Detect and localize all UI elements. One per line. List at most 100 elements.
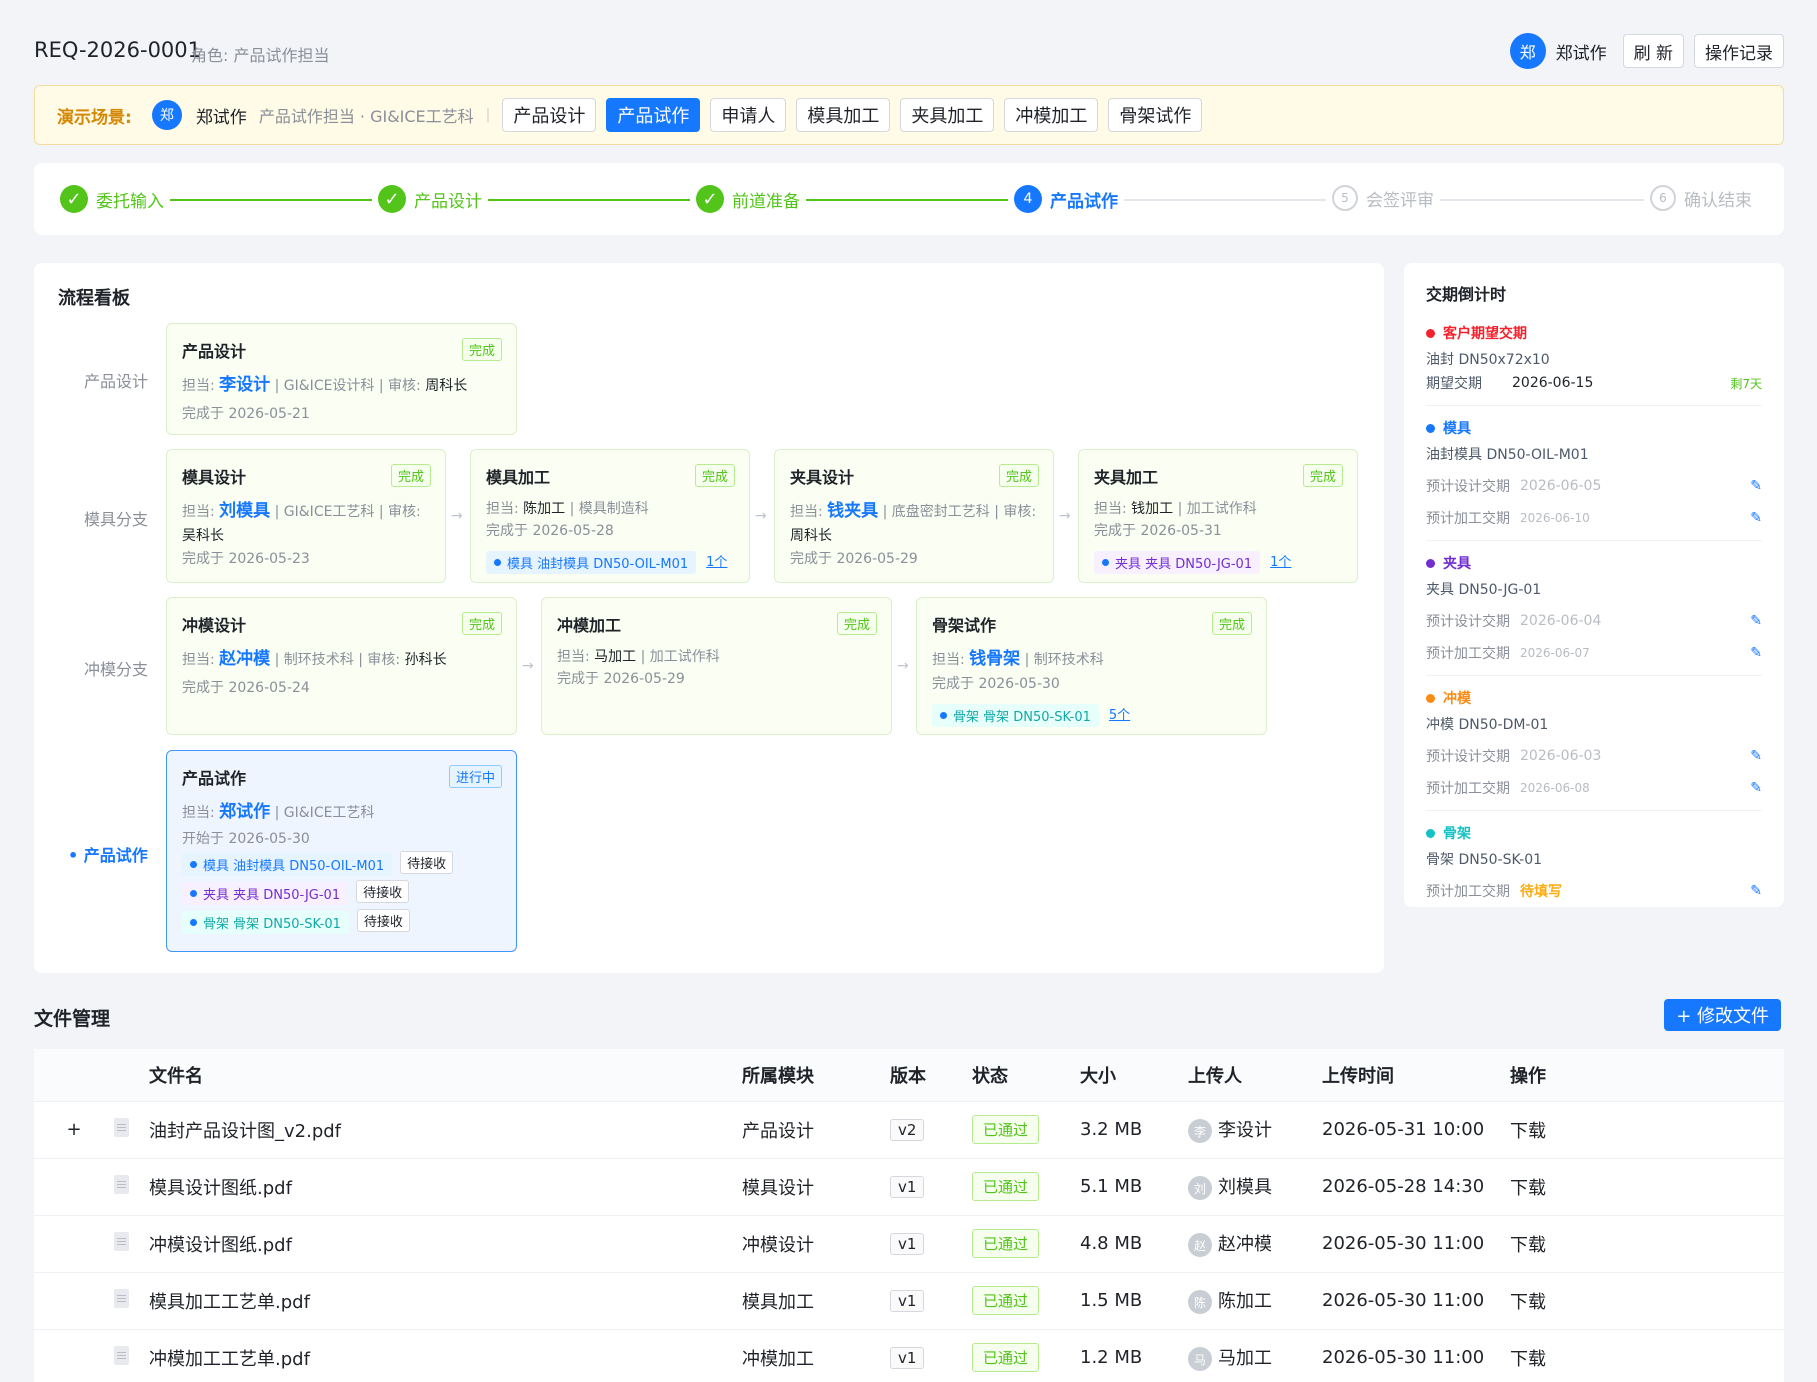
download-link[interactable]: 下载 [1510, 1272, 1784, 1330]
column-header-filename[interactable]: 文件名 [149, 1049, 742, 1102]
table-row[interactable]: 模具加工工艺单.pdf 模具加工 v1 已通过 1.5 MB 陈陈加工 2026… [34, 1272, 1784, 1330]
step-number: 4 [1014, 185, 1042, 213]
refresh-button[interactable]: 刷 新 [1622, 34, 1684, 68]
dot-icon [494, 558, 501, 566]
flow-card-die-design[interactable]: 冲模设计 完成 担当: 赵冲模 | 制环技术科 | 审核: 孙科长 完成于 20… [166, 597, 517, 735]
deliverable-chip[interactable]: 模具 油封模具 DN50-OIL-M01 [182, 852, 393, 876]
scene-button-product-design[interactable]: 产品设计 [502, 98, 597, 132]
download-link[interactable]: 下载 [1510, 1329, 1784, 1382]
chip-text: 骨架 骨架 DN50-SK-01 [953, 709, 1091, 725]
flow-arrow: → [755, 508, 767, 524]
table-row[interactable]: 冲模设计图纸.pdf 冲模设计 v1 已通过 4.8 MB 赵赵冲模 2026-… [34, 1215, 1784, 1273]
dot-icon [1426, 423, 1435, 433]
download-link[interactable]: 下载 [1510, 1215, 1784, 1273]
pencil-icon[interactable]: ✎ [1750, 613, 1762, 629]
download-link[interactable]: 下载 [1510, 1158, 1784, 1216]
flow-board-title: 流程看板 [58, 288, 130, 309]
avatar: 刘 [1188, 1176, 1212, 1200]
pdf-file-icon [114, 1288, 129, 1308]
table-row[interactable]: 模具设计图纸.pdf 模具设计 v1 已通过 5.1 MB 刘刘模具 2026-… [34, 1158, 1784, 1216]
flow-card-skeleton-trial[interactable]: 骨架试作 完成 担当: 钱骨架 | 制环技术科 完成于 2026-05-30 骨… [916, 597, 1267, 735]
file-name-link[interactable]: 油封产品设计图_v2.pdf [149, 1101, 742, 1159]
owner-prefix: 担当: [932, 652, 970, 668]
pencil-icon[interactable]: ✎ [1750, 883, 1762, 899]
row-date: 2026-06-10 [1520, 511, 1590, 525]
deliverable-chip[interactable]: 夹具 夹具 DN50-JG-01 [1094, 550, 1261, 574]
card-owner-line: 担当: 赵冲模 | 制环技术科 | 审核: 孙科长 [182, 646, 501, 673]
file-name-link[interactable]: 模具加工工艺单.pdf [149, 1272, 742, 1330]
file-name-link[interactable]: 冲模加工工艺单.pdf [149, 1329, 742, 1382]
pending-receive-badge: 待接收 [356, 879, 410, 903]
version-cell: v2 [890, 1101, 972, 1159]
pencil-icon[interactable]: ✎ [1750, 510, 1762, 526]
scene-button-applicant[interactable]: 申请人 [710, 98, 787, 132]
deliverable-count-link[interactable]: 5个 [1109, 708, 1130, 723]
owner-prefix: 担当: [790, 504, 828, 520]
dot-icon [1426, 828, 1435, 838]
column-header-upload-time[interactable]: 上传时间 [1322, 1049, 1510, 1102]
status-badge: 完成 [461, 612, 502, 635]
delivery-countdown-panel: 交期倒计时 客户期望交期 油封 DN50x72x10 期望交期 2026-06-… [1404, 263, 1784, 907]
pencil-icon[interactable]: ✎ [1750, 780, 1762, 796]
column-header-version[interactable]: 版本 [890, 1049, 972, 1102]
scene-button-product-trial[interactable]: 产品试作 [606, 98, 701, 132]
deliverable-count-link[interactable]: 1个 [1270, 555, 1291, 570]
countdown-row: 预计设计交期 2026-06-05 ✎ [1426, 476, 1762, 496]
deliverable-chip[interactable]: 模具 油封模具 DN50-OIL-M01 [486, 550, 697, 574]
column-header-size[interactable]: 大小 [1080, 1049, 1188, 1102]
file-name-link[interactable]: 冲模设计图纸.pdf [149, 1215, 742, 1273]
file-module: 冲模设计 [742, 1215, 890, 1273]
upload-time: 2026-05-30 11:00 [1322, 1215, 1510, 1273]
deliverable-row: 骨架 骨架 DN50-SK-01 5个 [932, 696, 1251, 727]
file-name-link[interactable]: 模具设计图纸.pdf [149, 1158, 742, 1216]
operation-log-button[interactable]: 操作记录 [1694, 34, 1784, 68]
scene-button-skeleton-trial[interactable]: 骨架试作 [1108, 98, 1203, 132]
flow-card-fixture-machining[interactable]: 夹具加工 完成 担当: 钱加工 | 加工试作科 完成于 2026-05-31 夹… [1078, 449, 1358, 583]
flow-card-mold-machining[interactable]: 模具加工 完成 担当: 陈加工 | 模具制造科 完成于 2026-05-28 模… [470, 449, 750, 583]
download-link[interactable]: 下载 [1510, 1101, 1784, 1159]
dept: | 制环技术科 [1020, 652, 1104, 668]
expand-icon[interactable]: + [34, 1101, 114, 1159]
user-avatar[interactable]: 郑 [1509, 33, 1546, 69]
dept: | 加工试作科 [636, 649, 720, 665]
owner-prefix: 担当: [486, 501, 524, 517]
column-header-uploader[interactable]: 上传人 [1188, 1049, 1322, 1102]
version-tag: v1 [890, 1346, 925, 1369]
pencil-icon[interactable]: ✎ [1750, 748, 1762, 764]
step-front-prep: ✓ 前道准备 [690, 185, 806, 213]
deliverable-chip[interactable]: 骨架 骨架 DN50-SK-01 [932, 703, 1099, 727]
dot-icon [1102, 558, 1109, 566]
column-header-module[interactable]: 所属模块 [742, 1049, 890, 1102]
file-size: 4.8 MB [1080, 1215, 1188, 1273]
column-header-status[interactable]: 状态 [972, 1049, 1080, 1102]
table-row[interactable]: + 油封产品设计图_v2.pdf 产品设计 v2 已通过 3.2 MB 李李设计… [34, 1101, 1784, 1159]
deliverable-chip[interactable]: 夹具 夹具 DN50-JG-01 [182, 881, 349, 905]
pencil-icon[interactable]: ✎ [1750, 478, 1762, 494]
version-cell: v1 [890, 1329, 972, 1382]
version-tag: v1 [890, 1175, 925, 1198]
deliverable-count-link[interactable]: 1个 [706, 555, 727, 570]
table-row[interactable]: 冲模加工工艺单.pdf 冲模加工 v1 已通过 1.2 MB 马马加工 2026… [34, 1329, 1784, 1382]
scene-button-fixture-machining[interactable]: 夹具加工 [900, 98, 995, 132]
card-owner-line: 担当: 陈加工 | 模具制造科 [486, 498, 734, 520]
owner-name: 钱夹具 [827, 501, 879, 521]
flow-card-mold-design[interactable]: 模具设计 完成 担当: 刘模具 | GI&ICE工艺科 | 审核: 吴科长 完成… [166, 449, 446, 583]
pdf-file-icon [114, 1174, 129, 1194]
deliverable-chip[interactable]: 骨架 骨架 DN50-SK-01 [182, 910, 349, 934]
step-countersign-review: 5 会签评审 [1326, 185, 1440, 211]
pencil-icon[interactable]: ✎ [1750, 645, 1762, 661]
uploader-cell: 马马加工 [1188, 1329, 1322, 1382]
flow-card-product-trial[interactable]: 产品试作 进行中 担当: 郑试作 | GI&ICE工艺科 开始于 2026-05… [166, 750, 517, 952]
row-label: 预计加工交期 [1426, 781, 1510, 797]
status-badge: 完成 [836, 612, 877, 635]
flow-card-product-design[interactable]: 产品设计 完成 担当: 李设计 | GI&ICE设计科 | 审核: 周科长 完成… [166, 323, 517, 435]
lane-label-die-branch: 冲模分支 [84, 660, 149, 679]
flow-card-fixture-design[interactable]: 夹具设计 完成 担当: 钱夹具 | 底盘密封工艺科 | 审核: 周科长 完成于 … [774, 449, 1054, 583]
deliverable-row: 夹具 夹具 DN50-JG-01 待接收 [182, 876, 501, 905]
scene-button-die-machining[interactable]: 冲模加工 [1004, 98, 1099, 132]
scene-divider: | [485, 107, 491, 123]
scene-button-mold-machining[interactable]: 模具加工 [796, 98, 891, 132]
dot-icon [940, 711, 947, 719]
flow-card-die-machining[interactable]: 冲模加工 完成 担当: 马加工 | 加工试作科 完成于 2026-05-29 [541, 597, 892, 735]
modify-file-button[interactable]: + 修改文件 [1664, 999, 1781, 1031]
